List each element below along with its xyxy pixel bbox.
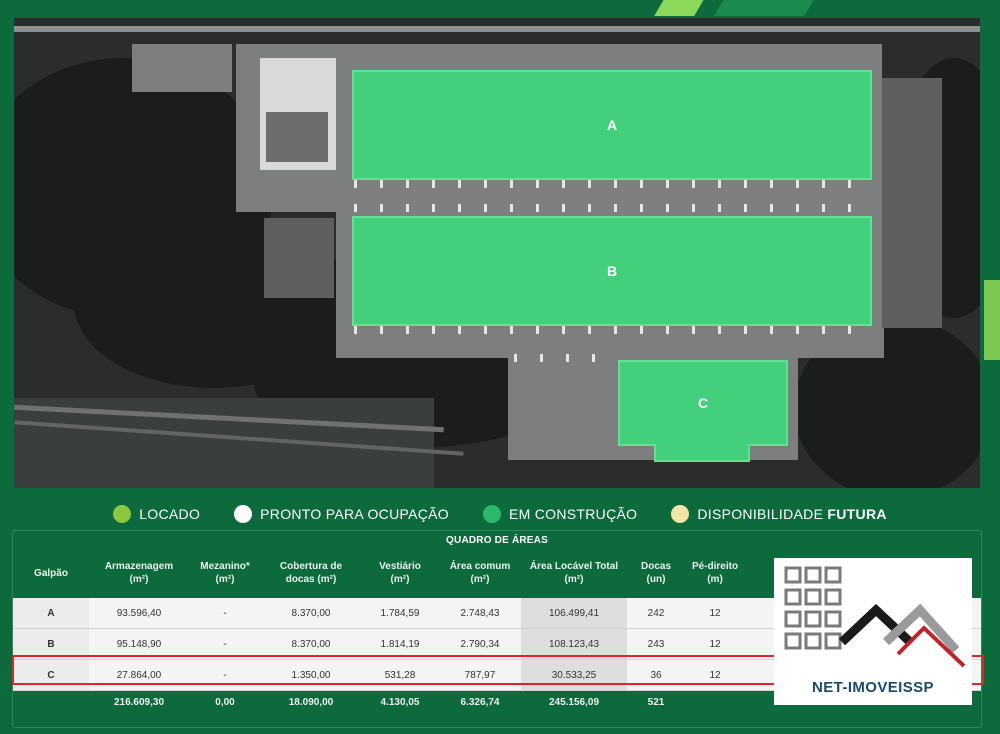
legend-label: DISPONIBILIDADE FUTURA [697, 506, 887, 522]
warehouse-b[interactable]: B [352, 216, 872, 326]
bg-stripe-light [654, 0, 706, 16]
bg-stripe-right [984, 280, 1000, 360]
cell-pe-direito: 12 [685, 598, 745, 629]
legend-item-pronto: PRONTO PARA OCUPAÇÃO [234, 505, 449, 523]
warehouse-c-label: C [697, 395, 709, 411]
warehouse-a-label: A [606, 117, 618, 133]
total-cell: 6.326,74 [439, 690, 521, 713]
legend-dot-icon [482, 505, 501, 523]
dock-markings [354, 326, 874, 334]
column-header: Área comum (m²) [449, 561, 511, 585]
legend-dot-icon [234, 505, 253, 523]
warehouse-c-annex [654, 444, 750, 462]
cell-area-comum: 2.748,43 [439, 598, 521, 629]
legend-dot-icon [113, 505, 132, 523]
access-road [14, 26, 980, 32]
column-header: Galpão [34, 567, 68, 579]
column-header: Cobertura de docas (m²) [279, 561, 343, 585]
warehouse-b-label: B [606, 263, 618, 279]
logo-text: NET-IMOVEISSP [812, 679, 934, 696]
parking-lot [132, 44, 232, 92]
total-cell [685, 690, 745, 713]
column-header: Docas (un) [640, 561, 671, 585]
cell-armazenagem: 93.596,40 [89, 598, 189, 629]
bg-stripe-mid [714, 0, 816, 16]
legend-label: PRONTO PARA OCUPAÇÃO [260, 506, 449, 522]
aerial-site-plan: A B C [14, 18, 980, 488]
net-imoveissp-logo: NET-IMOVEISSP [774, 558, 972, 705]
dock-markings [354, 180, 874, 188]
total-cell: 521 [627, 690, 685, 713]
dock-markings [514, 354, 614, 362]
total-cell: 0,00 [189, 690, 261, 713]
cell-docas: 242 [627, 598, 685, 629]
cell-vestiario: 1.784,59 [361, 598, 439, 629]
legend-item-construcao: EM CONSTRUÇÃO [482, 505, 638, 523]
legend-label: LOCADO [139, 506, 201, 522]
dock-markings [354, 204, 874, 212]
total-cell: 245.156,09 [521, 690, 627, 713]
warehouse-c[interactable]: C [618, 360, 788, 446]
legend-item-locado: LOCADO [113, 505, 200, 523]
cell-area-locavel: 106.499,41 [521, 598, 627, 629]
cell-cobertura: 8.370,00 [261, 598, 361, 629]
cell-mezanino: - [189, 598, 261, 629]
column-header: Mezanino* (m²) [200, 561, 250, 585]
side-parking [882, 78, 942, 328]
legend-item-futura: DISPONIBILIDADE FUTURA [671, 505, 886, 523]
total-cell: 4.130,05 [361, 690, 439, 713]
warehouse-a[interactable]: A [352, 70, 872, 180]
column-header: Armazenagem (m²) [104, 561, 174, 585]
total-cell [13, 690, 89, 713]
status-legend: LOCADO PRONTO PARA OCUPAÇÃO EM CONSTRUÇÃ… [0, 500, 1000, 528]
side-parking [264, 218, 334, 298]
total-cell: 216.609,30 [89, 690, 189, 713]
legend-dot-icon [671, 505, 690, 523]
total-cell: 18.090,00 [261, 690, 361, 713]
column-header: Pé-direito (m) [691, 561, 739, 585]
column-header: Vestiário (m²) [379, 561, 421, 585]
column-header: Área Locável Total (m²) [529, 561, 619, 585]
legend-label: EM CONSTRUÇÃO [508, 506, 638, 522]
logo-mark-icon [784, 566, 966, 668]
cell-galpao: A [13, 598, 89, 629]
table-title: QUADRO DE ÁREAS [446, 535, 548, 546]
admin-parking [266, 112, 328, 162]
